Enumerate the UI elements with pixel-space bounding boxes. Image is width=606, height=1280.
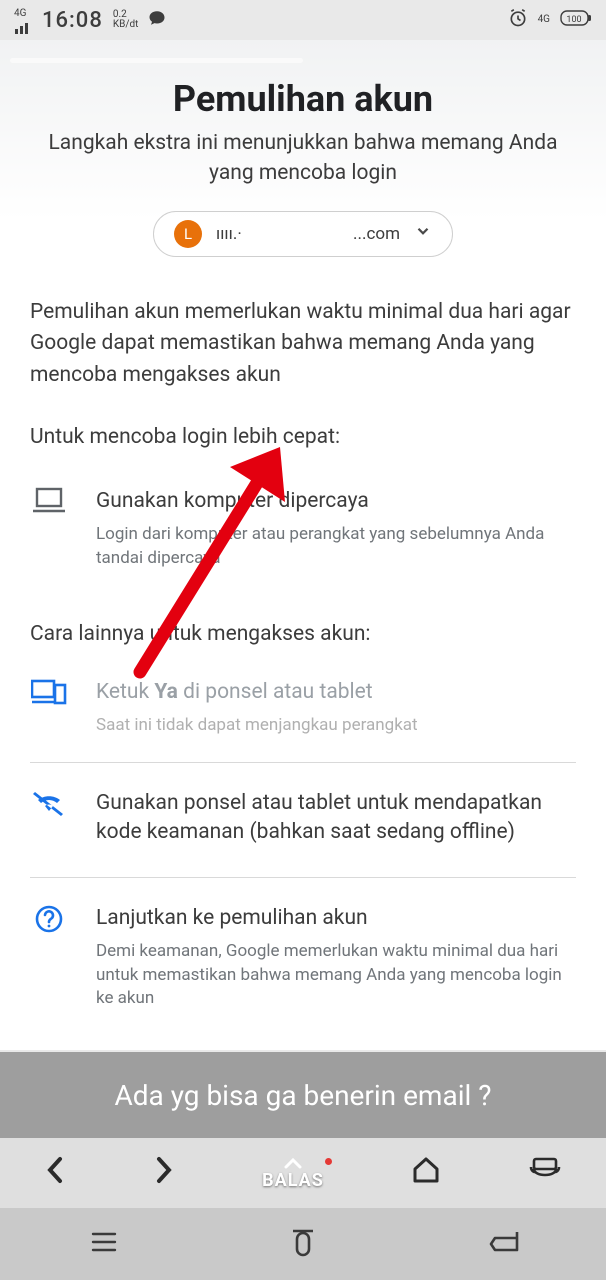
option-title: Gunakan ponsel atau tablet untuk mendapa…	[96, 789, 576, 848]
option-desc: Saat ini tidak dapat menjangkau perangka…	[96, 714, 576, 738]
devices-icon	[30, 678, 68, 708]
option-security-code[interactable]: Gunakan ponsel atau tablet untuk mendapa…	[30, 762, 576, 878]
prev-story-icon[interactable]	[44, 1155, 66, 1192]
account-recovery-screen: Pemulihan akun Langkah ekstra ini menunj…	[0, 40, 606, 1050]
chevron-down-icon	[414, 222, 432, 245]
alarm-icon	[508, 8, 528, 32]
data-icon: 4G	[538, 15, 550, 25]
back-nav-icon[interactable]	[487, 1228, 521, 1260]
next-story-icon[interactable]	[153, 1155, 175, 1192]
account-email-end: ...com	[353, 224, 400, 244]
wifi-off-icon	[30, 789, 68, 819]
page-subtitle: Langkah ekstra ini menunjukkan bahwa mem…	[32, 128, 574, 189]
reply-button[interactable]: BALAS	[262, 1156, 324, 1191]
chat-icon	[148, 9, 166, 31]
system-nav-bar	[0, 1208, 606, 1280]
option-title: Lanjutkan ke pemulihan akun	[96, 904, 576, 933]
clock: 16:08	[42, 8, 103, 33]
option-tap-yes: Ketuk Ya di ponsel atau tablet Saat ini …	[30, 668, 576, 761]
option-title: Ketuk Ya di ponsel atau tablet	[96, 678, 576, 707]
recent-apps-icon[interactable]	[85, 1229, 119, 1259]
faster-login-heading: Untuk mencoba login lebih cepat:	[30, 425, 576, 449]
laptop-icon	[30, 487, 68, 517]
mask-icon[interactable]	[528, 1157, 562, 1190]
svg-text:100: 100	[566, 15, 581, 25]
account-chip[interactable]: L ıııı.· ...com	[153, 211, 453, 257]
option-continue-recovery[interactable]: Lanjutkan ke pemulihan akun Demi keamana…	[30, 877, 576, 1035]
story-caption: Ada yg bisa ga benerin email ?	[0, 1052, 606, 1138]
account-avatar-initial: L	[174, 220, 202, 248]
phone-status-bar: 4G 16:08 0.2KB/dt 4G 100	[0, 0, 606, 40]
signal-icon: 4G	[14, 2, 32, 38]
page-title: Pemulihan akun	[30, 78, 576, 120]
help-icon	[30, 904, 68, 934]
story-nav-bar: BALAS	[0, 1138, 606, 1208]
reply-dot-indicator	[325, 1158, 332, 1165]
home-pill-icon[interactable]	[288, 1225, 318, 1263]
account-email-start: ıııı.·	[216, 224, 242, 244]
other-ways-heading: Cara lainnya untuk mengakses akun:	[30, 622, 576, 646]
net-speed: 0.2KB/dt	[113, 10, 139, 30]
option-desc: Login dari komputer atau perangkat yang …	[96, 523, 576, 571]
recovery-info-text: Pemulihan akun memerlukan waktu minimal …	[30, 297, 576, 392]
option-desc: Demi keamanan, Google memerlukan waktu m…	[96, 940, 576, 1011]
home-icon[interactable]	[411, 1156, 441, 1191]
option-title: Gunakan komputer dipercaya	[96, 487, 576, 516]
battery-icon: 100	[560, 10, 592, 30]
option-trusted-computer[interactable]: Gunakan komputer dipercaya Login dari ko…	[30, 477, 576, 594]
